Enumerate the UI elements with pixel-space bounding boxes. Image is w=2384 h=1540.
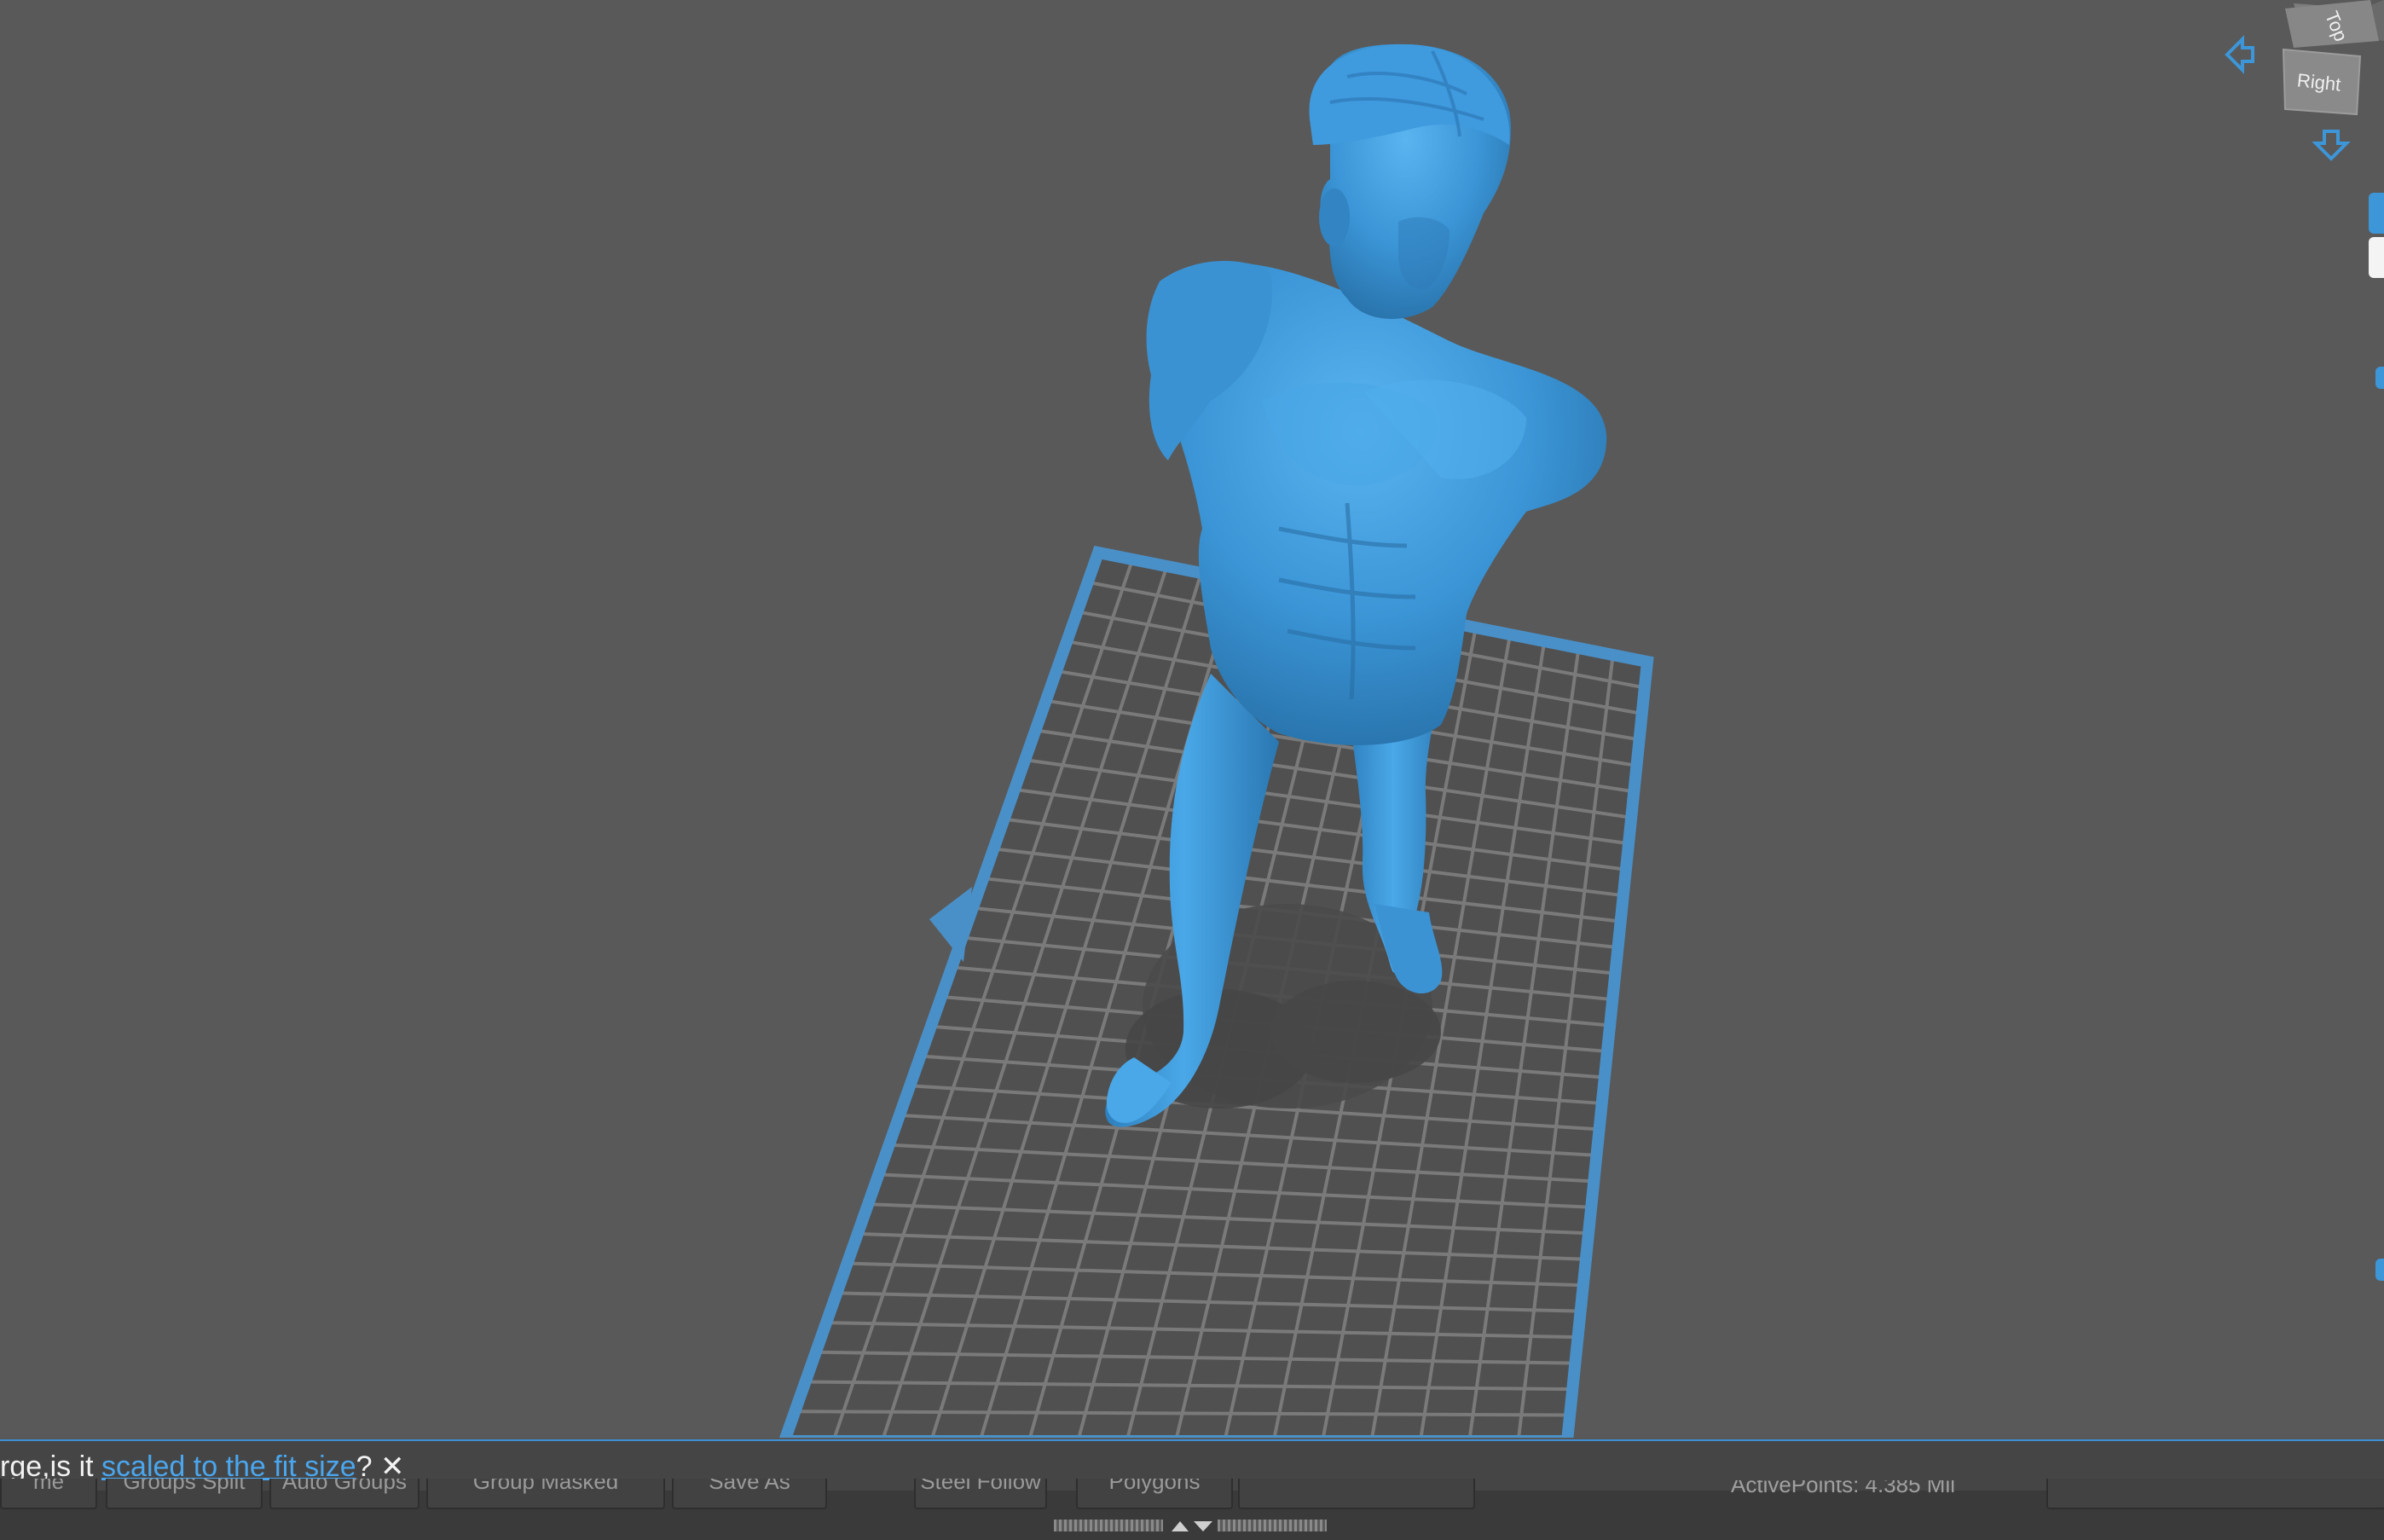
- toolbar-button-me[interactable]: me: [0, 1479, 97, 1509]
- polygons-button[interactable]: Polygons: [1076, 1479, 1233, 1509]
- auto-groups-button[interactable]: Auto Groups: [269, 1479, 420, 1509]
- steel-follow-button[interactable]: Steel Follow: [914, 1479, 1047, 1509]
- active-points-status: ActivePoints: 4.385 Mil: [1731, 1480, 1956, 1497]
- save-as-button[interactable]: Save As: [672, 1479, 827, 1509]
- arrow-left-icon[interactable]: [2224, 34, 2258, 75]
- collapse-expand-icon[interactable]: [1168, 1518, 1216, 1535]
- toolbar-button-empty[interactable]: [1238, 1479, 1475, 1509]
- 3d-viewport[interactable]: Top Right: [0, 0, 2384, 1438]
- toolbar-handle-left[interactable]: [1054, 1520, 1163, 1531]
- side-panel-marker-bottom: [2375, 1259, 2384, 1281]
- side-panel-tab-blue[interactable]: [2369, 193, 2384, 234]
- arrow-down-icon[interactable]: [2311, 128, 2352, 162]
- side-panel-marker: [2375, 367, 2384, 389]
- viewcube-right-face-label[interactable]: Right: [2296, 69, 2342, 96]
- side-panel-tab-white[interactable]: [2369, 237, 2384, 278]
- scene-canvas[interactable]: [0, 0, 2384, 1438]
- toolbar-button-right[interactable]: [2046, 1479, 2384, 1509]
- groups-split-button[interactable]: Groups Split: [106, 1479, 263, 1509]
- group-masked-button[interactable]: Group Masked: [426, 1479, 665, 1509]
- toolbar-handle-right[interactable]: [1218, 1520, 1327, 1531]
